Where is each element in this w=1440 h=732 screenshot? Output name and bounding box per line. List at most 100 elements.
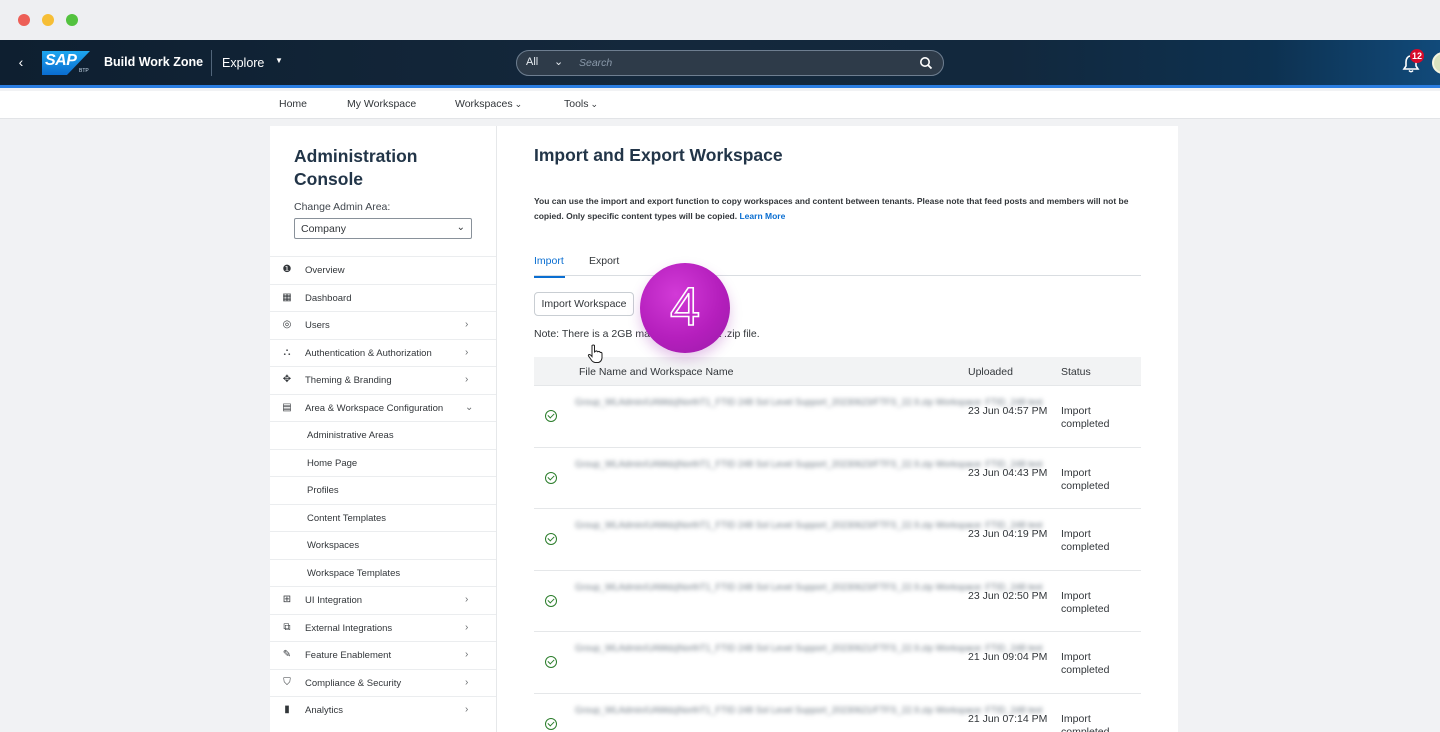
- main-content: Import and Export Workspace You can use …: [497, 126, 1178, 732]
- uploaded-time: 21 Jun 09:04 PM: [968, 651, 1048, 664]
- import-status: Import completed: [1061, 405, 1110, 430]
- search-icon[interactable]: [919, 56, 933, 70]
- palette-icon: ✥: [282, 374, 292, 385]
- shell-bar: ‹ SAP BTP Build Work Zone Explore ▼ All …: [0, 40, 1440, 88]
- window-titlebar: [0, 0, 1440, 40]
- sidebar-item[interactable]: ⛉ Compliance & Security ›: [270, 668, 496, 697]
- tab-label: Export: [589, 255, 620, 267]
- chevron-right-icon: ›: [465, 594, 469, 605]
- table-row[interactable]: Group_WLAdmin/UAMdzjNorthT1_FTID 248 Sol…: [534, 632, 1141, 694]
- sidebar-item[interactable]: ⊞ UI Integration ›: [270, 586, 496, 614]
- learn-more-link[interactable]: Learn More: [739, 211, 785, 221]
- top-navigation: Home My Workspace Workspaces ⌄ Tools ⌄: [0, 91, 1440, 119]
- chevron-down-icon[interactable]: ⌄: [554, 55, 563, 68]
- header-status: Status: [1061, 366, 1091, 378]
- dashboard-icon: ▦: [282, 291, 292, 303]
- tab-export[interactable]: Export: [589, 255, 619, 267]
- tab-label: Import: [534, 255, 564, 267]
- nav-workspaces[interactable]: Workspaces ⌄: [455, 98, 522, 110]
- minimize-window-button[interactable]: [42, 14, 54, 26]
- admin-menu: ❶ Overview ▦ Dashboard ◎ Users › ⛬ Authenticatio…: [270, 256, 496, 724]
- avatar[interactable]: [1432, 52, 1440, 74]
- sidebar-item-label: Home Page: [307, 457, 358, 469]
- success-check-icon: [545, 656, 557, 669]
- chevron-right-icon: ›: [465, 704, 469, 715]
- shield-icon: ⛉: [283, 676, 291, 688]
- caret-down-icon[interactable]: ▼: [275, 56, 283, 65]
- sidebar-item-label: Feature Enablement: [305, 650, 392, 661]
- sidebar-item-label: Overview: [305, 265, 345, 276]
- logo-subtext: BTP: [79, 68, 89, 74]
- nav-home[interactable]: Home: [279, 98, 307, 110]
- success-check-icon: [545, 717, 557, 730]
- uploaded-time: 23 Jun 04:57 PM: [968, 405, 1048, 417]
- success-check-icon: [545, 594, 557, 607]
- sidebar-item[interactable]: ◎ Users ›: [270, 311, 496, 339]
- search-scope[interactable]: All: [526, 56, 538, 68]
- sidebar-item[interactable]: Workspace Templates: [270, 558, 496, 587]
- sidebar-item[interactable]: Administrative Areas: [270, 421, 496, 449]
- header-file: File Name and Workspace Name: [579, 366, 734, 378]
- sidebar-item[interactable]: ✎ Feature Enablement ›: [270, 641, 496, 669]
- sidebar-item[interactable]: ▮ Analytics ›: [270, 696, 496, 724]
- table-header: File Name and Workspace Name Uploaded St…: [534, 357, 1141, 386]
- close-window-button[interactable]: [18, 14, 30, 26]
- sidebar-item-label: Authentication & Authorization: [305, 347, 432, 359]
- sidebar-item-label: Profiles: [307, 485, 339, 496]
- search-input[interactable]: [579, 54, 899, 72]
- sidebar-item-label: Dashboard: [305, 292, 352, 304]
- nav-label: My Workspace: [347, 98, 417, 110]
- product-name: Build Work Zone: [104, 55, 204, 69]
- logo-text: SAP: [45, 52, 77, 69]
- search-field[interactable]: All ⌄: [516, 50, 944, 76]
- file-name: Group_WLAdmin/UAMdzjNorthT1_FTID 248 Sol…: [575, 581, 1043, 592]
- nav-label: Tools: [564, 98, 589, 110]
- nav-my-workspace[interactable]: My Workspace: [347, 98, 416, 110]
- sidebar-item[interactable]: ✥ Theming & Branding ›: [270, 366, 496, 394]
- sidebar-item[interactable]: ⧉ External Integrations ›: [270, 613, 496, 642]
- table-row[interactable]: Group_WLAdmin/UAMdzjNorthT1_FTID 248 Sol…: [534, 447, 1141, 510]
- notification-badge: 12: [1410, 49, 1425, 63]
- chevron-right-icon: ›: [465, 676, 469, 688]
- analytics-icon: ▮: [284, 704, 290, 715]
- chevron-left-icon[interactable]: ‹: [14, 54, 28, 70]
- sidebar-item[interactable]: ▦ Dashboard: [270, 283, 496, 312]
- sidebar-item[interactable]: ⛬ Authentication & Authorization ›: [270, 338, 496, 367]
- sidebar-item[interactable]: Workspaces: [270, 531, 496, 559]
- chevron-right-icon: ›: [465, 649, 469, 660]
- explore-menu[interactable]: Explore: [222, 56, 264, 70]
- chevron-down-icon: ⌄: [590, 99, 599, 109]
- success-check-icon: [545, 410, 557, 422]
- user-circle-icon: ◎: [282, 319, 292, 330]
- sidebar-item-label: Compliance & Security: [305, 677, 402, 689]
- table-row[interactable]: Group_WLAdmin/UAMdzjNorthT1_FTID 248 Sol…: [534, 570, 1141, 633]
- tab-bar: Import Export: [534, 252, 1141, 278]
- nav-tools[interactable]: Tools ⌄: [564, 98, 598, 110]
- change-admin-area-label: Change Admin Area:: [294, 201, 391, 213]
- admin-area-select[interactable]: Company ⌄: [294, 218, 472, 239]
- import-workspace-button[interactable]: Import Workspace: [534, 292, 634, 316]
- feature-icon: ✎: [282, 649, 292, 660]
- sidebar-item[interactable]: ▤ Area & Workspace Configuration ⌄: [270, 393, 496, 422]
- uploaded-time: 23 Jun 04:43 PM: [968, 466, 1048, 479]
- page-title: Import and Export Workspace: [534, 145, 783, 165]
- table-row[interactable]: Group_WLAdmin/UAMdzjNorthT1_FTID 248 Sol…: [534, 509, 1141, 571]
- sidebar-item[interactable]: Home Page: [270, 448, 496, 477]
- sidebar-item[interactable]: ❶ Overview: [270, 256, 496, 284]
- import-status: Import completed: [1061, 651, 1110, 677]
- table-row[interactable]: Group_WLAdmin/UAMdzjNorthT1_FTID 248 Sol…: [534, 386, 1141, 448]
- sidebar-item[interactable]: Content Templates: [270, 503, 496, 532]
- chevron-down-icon: ⌄: [514, 99, 523, 109]
- header-uploaded: Uploaded: [968, 366, 1013, 378]
- hierarchy-icon: ⛬: [283, 346, 291, 358]
- nav-label: Home: [279, 98, 308, 110]
- sidebar-item-label: Workspaces: [307, 540, 360, 551]
- sidebar-item-label: UI Integration: [305, 595, 363, 606]
- chevron-right-icon: ›: [465, 346, 469, 358]
- sidebar-item-label: Workspace Templates: [307, 567, 401, 579]
- table-row[interactable]: Group_WLAdmin/UAMdzjNorthT1_FTID 248 Sol…: [534, 693, 1141, 732]
- sidebar-item[interactable]: Profiles: [270, 476, 496, 504]
- step-number: 4: [669, 276, 701, 338]
- tab-import[interactable]: Import: [534, 255, 565, 278]
- maximize-window-button[interactable]: [66, 14, 78, 26]
